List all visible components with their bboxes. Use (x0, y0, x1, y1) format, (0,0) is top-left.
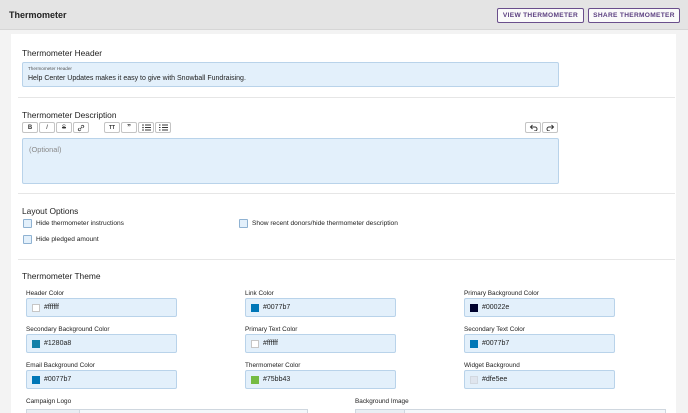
background-image-upload-button[interactable] (355, 409, 407, 413)
italic-icon[interactable]: I (39, 122, 55, 133)
campaign-logo-file-field[interactable] (79, 409, 308, 413)
secondary-text-color-input[interactable]: #0077b7 (464, 334, 615, 353)
layout-options-title: Layout Options (22, 206, 79, 216)
divider (18, 259, 675, 260)
share-thermometer-button[interactable]: SHARE THERMOMETER (588, 8, 680, 23)
email-background-color-input[interactable]: #0077b7 (26, 370, 177, 389)
primary-background-color-input[interactable]: #00022e (464, 298, 615, 317)
thermometer-color-label: Thermometer Color (245, 362, 301, 369)
checkbox-label: Hide thermometer instructions (36, 220, 124, 227)
secondary-background-color-label: Secondary Background Color (26, 326, 110, 333)
color-swatch[interactable] (32, 304, 40, 312)
campaign-logo-label: Campaign Logo (26, 398, 72, 405)
widget-background-label: Widget Background (464, 362, 520, 369)
hide-pledged-amount-checkbox[interactable]: Hide pledged amount (23, 235, 99, 244)
show-recent-donors-checkbox[interactable]: Show recent donors/hide thermometer desc… (239, 219, 398, 228)
checkbox-box[interactable] (23, 235, 32, 244)
color-value: #00022e (482, 304, 510, 311)
primary-text-color-label: Primary Text Color (245, 326, 298, 333)
color-value: #dfe5ee (482, 376, 508, 383)
thermometer-header-input[interactable]: Thermometer Header Help Center Updates m… (22, 62, 559, 87)
color-swatch[interactable] (32, 340, 40, 348)
header-color-input[interactable]: #ffffff (26, 298, 177, 317)
color-swatch[interactable] (470, 304, 478, 312)
primary-text-color-input[interactable]: #ffffff (245, 334, 396, 353)
color-swatch[interactable] (32, 376, 40, 384)
checkbox-box[interactable] (23, 219, 32, 228)
page-title: Thermometer (9, 10, 67, 20)
color-value: #0077b7 (44, 376, 72, 383)
link-color-input[interactable]: #0077b7 (245, 298, 396, 317)
thermometer-color-input[interactable]: #75bb43 (245, 370, 396, 389)
color-value: #ffffff (44, 304, 59, 311)
color-swatch[interactable] (251, 340, 259, 348)
undo-icon[interactable] (525, 122, 541, 133)
thermometer-theme-title: Thermometer Theme (22, 271, 101, 281)
widget-background-input[interactable]: #dfe5ee (464, 370, 615, 389)
color-value: #0077b7 (263, 304, 291, 311)
color-value: #75bb43 (263, 376, 291, 383)
link-color-label: Link Color (245, 290, 274, 297)
color-value: #0077b7 (482, 340, 510, 347)
primary-background-color-label: Primary Background Color (464, 290, 539, 297)
secondary-background-color-input[interactable]: #1280a8 (26, 334, 177, 353)
background-image-file-field[interactable] (404, 409, 666, 413)
color-value: #ffffff (263, 340, 278, 347)
color-value: #1280a8 (44, 340, 72, 347)
email-background-color-label: Email Background Color (26, 362, 95, 369)
redo-icon[interactable] (542, 122, 558, 133)
thermometer-description-title: Thermometer Description (22, 110, 117, 120)
header-color-label: Header Color (26, 290, 65, 297)
checkbox-box[interactable] (239, 219, 248, 228)
secondary-text-color-label: Secondary Text Color (464, 326, 525, 333)
link-icon[interactable] (73, 122, 89, 133)
view-thermometer-button[interactable]: VIEW THERMOMETER (497, 8, 584, 23)
numbered-list-icon[interactable] (155, 122, 171, 133)
thermometer-header-value: Help Center Updates makes it easy to giv… (28, 75, 246, 82)
quote-icon[interactable]: ” (121, 122, 137, 133)
color-swatch[interactable] (251, 376, 259, 384)
thermometer-header-field-label: Thermometer Header (28, 66, 72, 71)
color-swatch[interactable] (470, 340, 478, 348)
heading-icon[interactable]: TT (104, 122, 120, 133)
divider (18, 97, 675, 98)
hide-instructions-checkbox[interactable]: Hide thermometer instructions (23, 219, 124, 228)
background-image-label: Background Image (355, 398, 409, 405)
color-swatch[interactable] (251, 304, 259, 312)
checkbox-label: Hide pledged amount (36, 236, 99, 243)
bold-icon[interactable]: B (22, 122, 38, 133)
top-bar: Thermometer VIEW THERMOMETER SHARE THERM… (0, 0, 688, 30)
thermometer-header-title: Thermometer Header (22, 48, 103, 58)
divider (18, 193, 675, 194)
checkbox-label: Show recent donors/hide thermometer desc… (252, 220, 398, 227)
strikethrough-icon[interactable]: S (56, 122, 72, 133)
description-editor[interactable]: (Optional) (22, 138, 559, 184)
color-swatch[interactable] (470, 376, 478, 384)
bullet-list-icon[interactable] (138, 122, 154, 133)
description-placeholder: (Optional) (29, 145, 62, 154)
